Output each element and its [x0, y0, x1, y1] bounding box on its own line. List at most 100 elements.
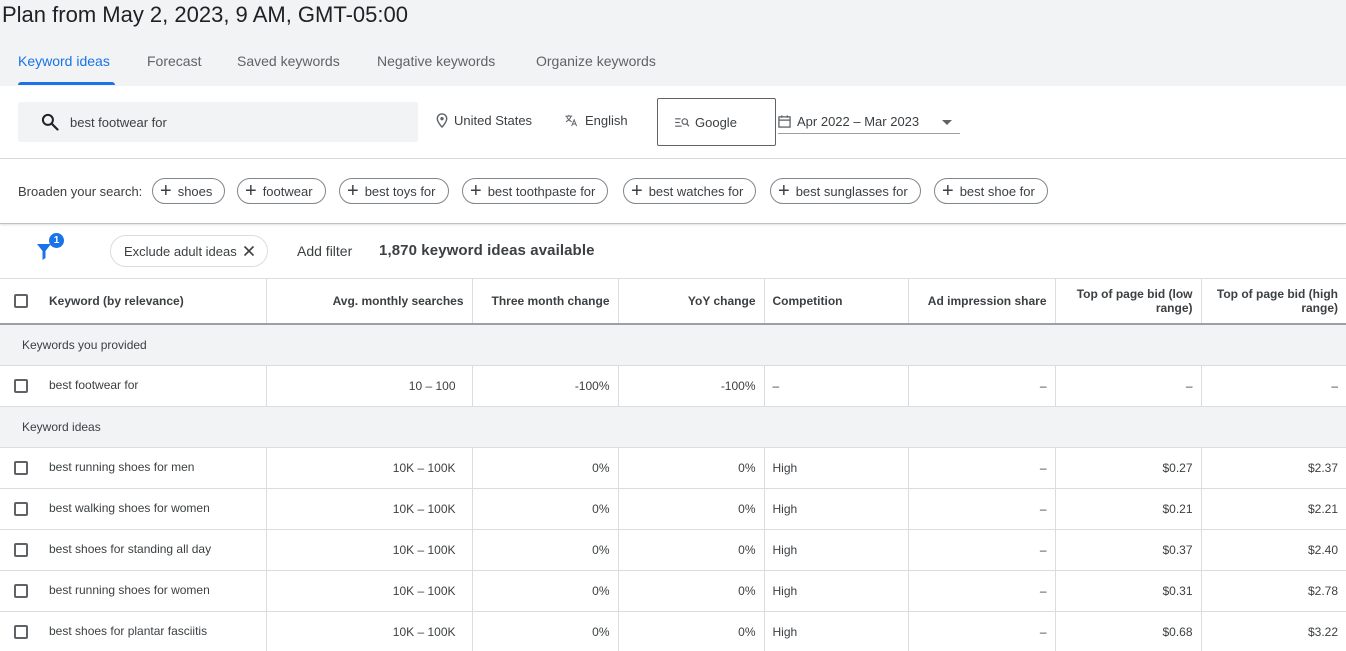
broaden-chip-shoes[interactable]: + shoes	[152, 178, 226, 204]
filter-button[interactable]: 1	[36, 233, 66, 265]
impression-cell: –	[908, 611, 1056, 651]
filter-row: 1 Exclude adult ideas Add filter 1,870 k…	[0, 225, 1346, 279]
impression-cell: –	[908, 447, 1056, 489]
language-label: English	[585, 113, 628, 128]
competition-cell: High	[764, 570, 909, 612]
exclude-adult-ideas-chip[interactable]: Exclude adult ideas	[110, 235, 268, 267]
row-checkbox[interactable]	[14, 624, 28, 639]
section-label: Keyword ideas	[0, 406, 1346, 448]
impression-cell: –	[908, 529, 1056, 571]
translate-icon	[565, 114, 578, 127]
exclude-adult-ideas-label: Exclude adult ideas	[124, 243, 237, 259]
searches-cell: 10K – 100K	[266, 611, 473, 651]
search-box	[18, 102, 418, 142]
chevron-down-icon	[942, 120, 952, 125]
bid-high-cell: $3.22	[1201, 611, 1346, 651]
broaden-chip-best-sunglasses-for[interactable]: + best sunglasses for	[770, 178, 921, 204]
page-title: Plan from May 2, 2023, 9 AM, GMT-05:00	[2, 2, 408, 27]
network-label: Google	[695, 114, 737, 130]
competition-cell: High	[764, 447, 909, 489]
broaden-chip-best-shoe-for[interactable]: + best shoe for	[934, 178, 1048, 204]
yoy-cell: 0%	[618, 447, 765, 489]
searches-cell: 10K – 100K	[266, 488, 473, 530]
impression-cell: –	[908, 570, 1056, 612]
header-three-month-change[interactable]: Three month change	[472, 279, 619, 325]
search-row: United States English Google Apr 2022 – …	[0, 86, 1346, 159]
search-network-icon	[675, 117, 690, 127]
searches-cell: 10K – 100K	[266, 447, 473, 489]
bid-high-cell: –	[1201, 365, 1346, 407]
row-checkbox[interactable]	[14, 501, 28, 516]
broaden-chip-footwear[interactable]: + footwear	[237, 178, 326, 204]
row-checkbox[interactable]	[14, 378, 28, 393]
header-bid-low[interactable]: Top of page bid (low range)	[1055, 279, 1202, 325]
keyword-ideas-count: 1,870 keyword ideas available	[379, 242, 595, 259]
keyword-cell: best running shoes for men	[0, 447, 267, 489]
header-competition[interactable]: Competition	[764, 279, 909, 325]
yoy-cell: 0%	[618, 570, 765, 612]
date-range-selector[interactable]: Apr 2022 – Mar 2023	[778, 100, 960, 134]
keyword-table: Keyword (by relevance) Avg. monthly sear…	[0, 279, 1346, 651]
competition-cell: High	[764, 488, 909, 530]
keyword-cell: best walking shoes for women	[0, 488, 267, 530]
broaden-chip-best-toothpaste-for[interactable]: + best toothpaste for	[462, 178, 609, 204]
row-checkbox[interactable]	[14, 460, 28, 475]
tab-saved-keywords[interactable]: Saved keywords	[237, 50, 340, 86]
header-keyword[interactable]: Keyword (by relevance)	[0, 279, 267, 325]
plus-icon: +	[942, 179, 954, 202]
keyword-cell: best shoes for standing all day	[0, 529, 267, 571]
searches-cell: 10 – 100	[266, 365, 473, 407]
plus-icon: +	[470, 179, 482, 202]
three-month-cell: 0%	[472, 611, 619, 651]
calendar-icon	[778, 115, 791, 128]
impression-cell: –	[908, 365, 1056, 407]
plus-icon: +	[347, 179, 359, 202]
competition-cell: High	[764, 529, 909, 571]
close-icon[interactable]	[241, 243, 257, 259]
table-row: best running shoes for men 10K – 100K 0%…	[0, 447, 1346, 489]
table-row: best shoes for plantar fasciitis 10K – 1…	[0, 611, 1346, 651]
date-range-label: Apr 2022 – Mar 2023	[797, 114, 920, 129]
plus-icon: +	[160, 179, 172, 202]
table-header-row: Keyword (by relevance) Avg. monthly sear…	[0, 279, 1346, 325]
select-all-checkbox[interactable]	[14, 294, 28, 309]
network-selector[interactable]: Google	[657, 98, 776, 146]
filter-count-badge: 1	[49, 233, 64, 248]
table-row: best footwear for 10 – 100 -100% -100% –…	[0, 365, 1346, 407]
header-bid-high[interactable]: Top of page bid (high range)	[1201, 279, 1346, 325]
add-filter-button[interactable]: Add filter	[297, 243, 352, 259]
yoy-cell: 0%	[618, 529, 765, 571]
location-pin-icon	[436, 113, 448, 128]
plus-icon: +	[245, 179, 257, 202]
keyword-cell: best running shoes for women	[0, 570, 267, 612]
searches-cell: 10K – 100K	[266, 570, 473, 612]
tab-organize-keywords[interactable]: Organize keywords	[536, 50, 656, 86]
bid-high-cell: $2.21	[1201, 488, 1346, 530]
location-label: United States	[454, 113, 533, 128]
header-avg-monthly-searches[interactable]: Avg. monthly searches	[266, 279, 473, 325]
broaden-chip-best-toys-for[interactable]: + best toys for	[339, 178, 449, 204]
table-row: best running shoes for women 10K – 100K …	[0, 570, 1346, 612]
tab-forecast[interactable]: Forecast	[147, 50, 201, 86]
broaden-chip-best-watches-for[interactable]: + best watches for	[623, 178, 757, 204]
three-month-cell: -100%	[472, 365, 619, 407]
competition-cell: High	[764, 611, 909, 651]
bid-low-cell: $0.68	[1055, 611, 1202, 651]
language-selector[interactable]: English	[563, 113, 628, 128]
row-checkbox[interactable]	[14, 542, 28, 557]
table-row: best shoes for standing all day 10K – 10…	[0, 529, 1346, 571]
keyword-cell: best shoes for plantar fasciitis	[0, 611, 267, 651]
tab-negative-keywords[interactable]: Negative keywords	[377, 50, 495, 86]
section-row-ideas: Keyword ideas	[0, 406, 1346, 448]
tab-keyword-ideas[interactable]: Keyword ideas	[18, 50, 115, 86]
keyword-search-input[interactable]	[70, 102, 400, 142]
row-checkbox[interactable]	[14, 583, 28, 598]
search-icon	[41, 113, 59, 131]
location-selector[interactable]: United States	[436, 113, 532, 128]
three-month-cell: 0%	[472, 447, 619, 489]
header-yoy-change[interactable]: YoY change	[618, 279, 765, 325]
bid-low-cell: $0.21	[1055, 488, 1202, 530]
bid-high-cell: $2.40	[1201, 529, 1346, 571]
header-ad-impression-share[interactable]: Ad impression share	[908, 279, 1056, 325]
competition-cell: –	[764, 365, 909, 407]
